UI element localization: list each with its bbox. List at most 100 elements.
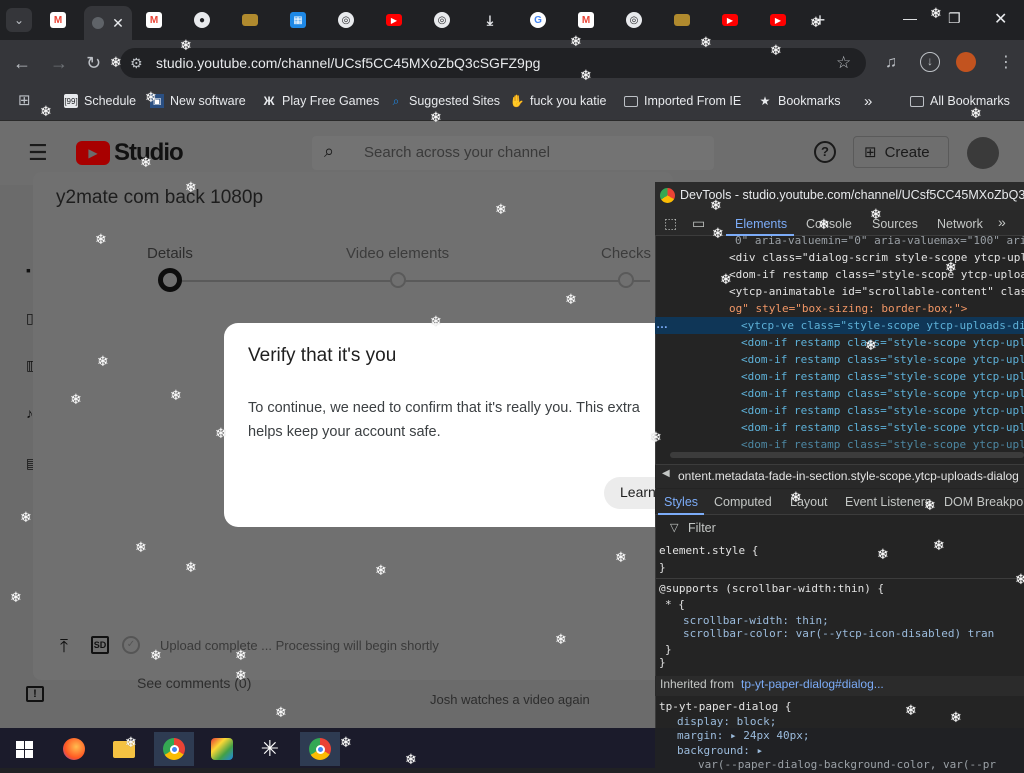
subtab-dom-breakpoints[interactable]: DOM Breakpoi <box>944 495 1024 509</box>
browser-tab[interactable]: ▶ <box>380 6 408 34</box>
dom-line[interactable]: <dom-if restamp class="style-scope ytcp-… <box>741 368 1024 385</box>
dom-line[interactable]: <ytcp-animatable id="scrollable-content"… <box>729 283 1024 300</box>
download-icon[interactable]: ↓ <box>920 52 940 72</box>
taskbar-chrome-2[interactable] <box>300 732 340 766</box>
site-info-icon[interactable]: ⚙ <box>130 53 143 73</box>
browser-tab[interactable]: ▶ <box>764 6 792 34</box>
taskbar-paint[interactable] <box>202 732 242 766</box>
browser-tab[interactable] <box>668 6 696 34</box>
step-details[interactable]: Details <box>147 245 193 262</box>
media-control-icon[interactable]: ♫ <box>885 53 897 73</box>
studio-logo[interactable]: ▶ Studio <box>76 139 184 167</box>
bookmark-bookmarks[interactable]: ★ Bookmarks <box>758 92 841 110</box>
dom-line[interactable]: <dom-if restamp class="style-scope ytcp-… <box>729 266 1024 283</box>
taskbar-snip[interactable]: ✳ <box>250 732 290 766</box>
bookmark-suggested-sites[interactable]: ⌕ Suggested Sites <box>389 92 500 110</box>
breadcrumb-left-icon[interactable]: ◀ <box>662 468 670 479</box>
bookmark-new-software[interactable]: ▣ New software <box>150 92 246 110</box>
reload-button[interactable]: ↻ <box>86 53 101 73</box>
step-dot-video-elements[interactable] <box>390 272 406 288</box>
inherited-from-link[interactable]: tp-yt-paper-dialog#dialog... <box>741 677 884 691</box>
browser-tab[interactable]: M <box>140 6 168 34</box>
bookmark-schedule[interactable]: [99] Schedule <box>64 92 136 110</box>
tab-search-button[interactable]: ⌄ <box>6 8 32 32</box>
profile-avatar[interactable] <box>956 52 976 72</box>
devtools-tab-sources[interactable]: Sources <box>872 217 918 231</box>
subtab-event-listeners[interactable]: Event Listeners <box>845 495 931 509</box>
dom-horizontal-scrollbar[interactable] <box>670 452 1024 458</box>
dom-line[interactable]: og" style="box-sizing: border-box;"> <box>729 300 967 317</box>
upload-icon[interactable]: ⤒ <box>60 636 68 657</box>
device-toolbar-icon[interactable]: ▭ <box>692 215 705 232</box>
new-tab-button[interactable]: + <box>808 6 832 34</box>
step-checks[interactable]: Checks <box>601 245 651 262</box>
browser-tab[interactable]: ◎ <box>332 6 360 34</box>
devtools-breadcrumb[interactable]: ontent.metadata-fade-in-section.style-sc… <box>678 469 1019 483</box>
dom-line[interactable]: <dom-if restamp class="style-scope ytcp-… <box>741 334 1024 351</box>
dom-line[interactable]: <dom-if restamp class="style-scope ytcp-… <box>741 385 1024 402</box>
style-rule-line[interactable]: @supports (scrollbar-width:thin) { <box>659 580 884 597</box>
bookmark-fuck-you-katie[interactable]: ✋ fuck you katie <box>510 92 607 110</box>
dom-tree[interactable]: 0" aria-valuemin="0" aria-valuemax="100"… <box>655 232 1024 454</box>
step-video-elements[interactable]: Video elements <box>346 245 449 262</box>
recent-video-title[interactable]: Josh watches a video again <box>430 692 590 707</box>
browser-tab[interactable]: ◎ <box>428 6 456 34</box>
all-bookmarks-button[interactable]: All Bookmarks <box>910 92 1010 110</box>
dom-line[interactable]: <dom-if restamp class="style-scope ytcp-… <box>741 419 1024 436</box>
sidebar-feedback-icon[interactable]: ! <box>26 686 44 702</box>
browser-tab[interactable]: ▦ <box>284 6 312 34</box>
browser-tab[interactable]: ▶ <box>716 6 744 34</box>
restore-window-button[interactable]: ❐ <box>948 10 961 27</box>
help-icon[interactable]: ? <box>814 141 836 163</box>
menu-icon[interactable]: ⋮ <box>998 53 1014 73</box>
url-text[interactable]: studio.youtube.com/channel/UCsf5CC45MXoZ… <box>156 55 540 71</box>
step-dot-details[interactable] <box>158 268 182 292</box>
styles-filter-input[interactable]: Filter <box>688 521 716 535</box>
dom-line[interactable]: <dom-if restamp class="style-scope ytcp-… <box>741 402 1024 419</box>
browser-tab[interactable]: ● <box>188 6 216 34</box>
back-button[interactable]: ← <box>13 53 31 73</box>
dom-line[interactable]: <dom-if restamp class="style-scope ytcp-… <box>741 436 1024 453</box>
devtools-tab-console[interactable]: Console <box>806 217 852 231</box>
dom-line[interactable]: <div class="dialog-scrim style-scope ytc… <box>729 249 1024 266</box>
bookmark-imported-from-ie[interactable]: Imported From IE <box>624 92 741 110</box>
dom-ellipsis-icon[interactable]: … <box>656 317 668 331</box>
sidebar-comments-icon[interactable]: ♪ <box>26 405 33 421</box>
browser-tab-active[interactable]: ✕ <box>84 6 132 40</box>
style-rule-line[interactable]: * { <box>665 596 685 613</box>
style-declaration[interactable]: scrollbar-color: var(--ytcp-icon-disable… <box>683 625 994 642</box>
style-declaration[interactable]: var(--paper-dialog-background-color, var… <box>698 756 996 773</box>
studio-search-input[interactable]: Search across your channel <box>364 144 550 161</box>
subtab-computed[interactable]: Computed <box>714 495 772 509</box>
dom-line[interactable]: 0" aria-valuemin="0" aria-valuemax="100"… <box>735 232 1024 249</box>
browser-tab[interactable]: G <box>524 6 552 34</box>
taskbar-file-explorer[interactable] <box>104 732 144 766</box>
taskbar-firefox[interactable] <box>54 732 94 766</box>
devtools-tab-elements[interactable]: Elements <box>735 217 787 231</box>
browser-tab[interactable]: ◎ <box>620 6 648 34</box>
dom-line-selected[interactable]: <ytcp-ve class="style-scope ytcp-uploads… <box>741 317 1024 334</box>
style-rule-line[interactable]: element.style { <box>659 542 758 559</box>
bookmarks-overflow-button[interactable]: » <box>864 92 872 110</box>
browser-tab[interactable]: M <box>44 6 72 34</box>
subtab-layout[interactable]: Layout <box>790 495 828 509</box>
browser-tab[interactable]: M <box>572 6 600 34</box>
devtools-more-tabs-icon[interactable]: » <box>998 214 1006 230</box>
close-tab-icon[interactable]: ✕ <box>112 15 124 32</box>
bookmark-play-free-games[interactable]: Ж Play Free Games <box>262 92 380 110</box>
see-comments-link[interactable]: See comments (0) <box>137 675 251 691</box>
devtools-tab-network[interactable]: Network <box>937 217 983 231</box>
start-button[interactable] <box>4 732 44 766</box>
forward-button[interactable]: → <box>50 53 68 73</box>
browser-tab[interactable]: ⤓ <box>476 6 504 34</box>
minimize-window-button[interactable]: — <box>903 10 917 26</box>
sidebar-dashboard-icon[interactable]: ▪ <box>26 262 31 278</box>
dom-line[interactable]: <dom-if restamp class="style-scope ytcp-… <box>741 351 1024 368</box>
hamburger-menu-icon[interactable]: ☰ <box>28 140 48 166</box>
browser-tab[interactable] <box>236 6 264 34</box>
apps-grid-icon[interactable]: ⊞ <box>18 91 31 111</box>
bookmark-star-icon[interactable]: ☆ <box>836 53 851 73</box>
step-dot-checks[interactable] <box>618 272 634 288</box>
inspect-element-icon[interactable]: ⬚ <box>664 215 677 232</box>
close-window-button[interactable]: ✕ <box>994 9 1007 29</box>
